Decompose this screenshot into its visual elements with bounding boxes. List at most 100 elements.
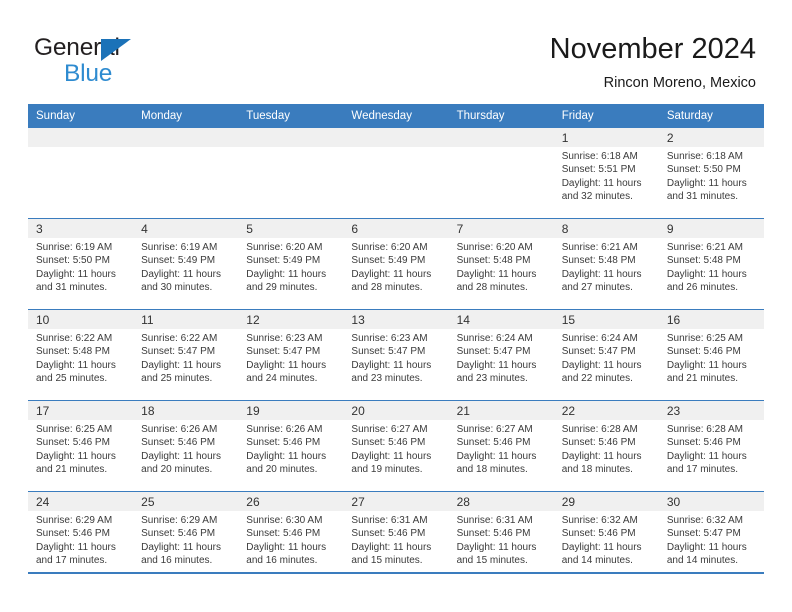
calendar-cell: 9 Sunrise: 6:21 AM Sunset: 5:48 PM Daylight…	[658, 218, 764, 310]
sunrise-text: Sunrise: 6:18 AM	[666, 151, 743, 162]
daylight-text-line1: Daylight: 11 hours	[456, 359, 537, 371]
calendar-day[interactable]: 25 Sunrise: 6:29 AM Sunset: 5:46 PM Dayligh…	[133, 492, 239, 582]
calendar-day[interactable]: 20 Sunrise: 6:27 AM Sunset: 5:46 PM Dayligh…	[343, 401, 449, 491]
daylight-text-line1: Daylight: 11 hours	[36, 450, 116, 462]
sunset-text: Sunset: 5:49 PM	[141, 255, 216, 267]
calendar-day-empty	[448, 128, 554, 218]
calendar-day[interactable]: 3 Sunrise: 6:19 AM Sunset: 5:50 PM Daylight…	[28, 219, 134, 309]
daylight-text-line2: and 21 minutes.	[666, 372, 739, 384]
daylight-text-line1: Daylight: 11 hours	[351, 359, 432, 371]
daylight-text-line1: Daylight: 11 hours	[36, 541, 116, 553]
sunset-text: Sunset: 5:47 PM	[141, 346, 216, 358]
weekday-header-friday: Friday	[553, 104, 659, 128]
calendar-day[interactable]: 23 Sunrise: 6:28 AM Sunset: 5:46 PM Dayligh…	[658, 401, 764, 491]
daylight-text-line1: Daylight: 11 hours	[456, 541, 537, 553]
calendar-day[interactable]: 11 Sunrise: 6:22 AM Sunset: 5:47 PM Dayligh…	[133, 310, 239, 400]
calendar-cell: 21 Sunrise: 6:27 AM Sunset: 5:46 PM Dayligh…	[448, 400, 554, 492]
calendar-day[interactable]: 5 Sunrise: 6:20 AM Sunset: 5:49 PM Daylight…	[238, 219, 344, 309]
calendar-cell: 29 Sunrise: 6:32 AM Sunset: 5:46 PM Dayligh…	[553, 491, 659, 582]
calendar-cell: 13 Sunrise: 6:23 AM Sunset: 5:47 PM Dayligh…	[343, 309, 449, 401]
calendar-day[interactable]: 6 Sunrise: 6:20 AM Sunset: 5:49 PM Daylight…	[343, 219, 449, 309]
daylight-text-line2: and 31 minutes.	[36, 281, 108, 293]
daylight-text-line2: and 25 minutes.	[141, 372, 213, 384]
sunrise-text: Sunrise: 6:22 AM	[36, 333, 113, 344]
calendar-day[interactable]: 13 Sunrise: 6:23 AM Sunset: 5:47 PM Dayligh…	[343, 310, 449, 400]
sunrise-text: Sunrise: 6:22 AM	[141, 333, 218, 344]
daylight-text-line1: Daylight: 11 hours	[666, 450, 747, 462]
brand-logo[interactable]: General Blue	[34, 34, 214, 90]
day-number: 20	[343, 401, 449, 420]
day-number	[238, 128, 344, 147]
calendar-cell: 12 Sunrise: 6:23 AM Sunset: 5:47 PM Dayligh…	[238, 309, 344, 401]
calendar-day[interactable]: 26 Sunrise: 6:30 AM Sunset: 5:46 PM Dayligh…	[238, 492, 344, 582]
daylight-text-line1: Daylight: 11 hours	[456, 450, 537, 462]
daylight-text-line2: and 24 minutes.	[246, 372, 318, 384]
sunrise-text: Sunrise: 6:31 AM	[351, 515, 428, 526]
day-number: 21	[448, 401, 554, 420]
calendar-day[interactable]: 9 Sunrise: 6:21 AM Sunset: 5:48 PM Daylight…	[658, 219, 764, 309]
calendar-cell: 16 Sunrise: 6:25 AM Sunset: 5:46 PM Dayligh…	[658, 309, 764, 401]
day-number: 30	[658, 492, 764, 511]
daylight-text-line2: and 23 minutes.	[351, 372, 423, 384]
calendar-day[interactable]: 21 Sunrise: 6:27 AM Sunset: 5:46 PM Dayligh…	[448, 401, 554, 491]
calendar-day[interactable]: 24 Sunrise: 6:29 AM Sunset: 5:46 PM Dayligh…	[28, 492, 134, 582]
sunrise-text: Sunrise: 6:19 AM	[36, 242, 113, 253]
daylight-text-line1: Daylight: 11 hours	[246, 541, 327, 553]
daylight-text-line1: Daylight: 11 hours	[36, 268, 116, 280]
sunrise-text: Sunrise: 6:19 AM	[141, 242, 218, 253]
day-info: Sunrise: 6:29 AM Sunset: 5:46 PM Daylight:…	[28, 511, 133, 567]
calendar-day[interactable]: 16 Sunrise: 6:25 AM Sunset: 5:46 PM Dayligh…	[658, 310, 764, 400]
calendar-page: General Blue November 2024 Rincon Moreno…	[0, 0, 792, 612]
calendar-cell	[343, 128, 449, 219]
calendar-cell: 28 Sunrise: 6:31 AM Sunset: 5:46 PM Dayligh…	[448, 491, 554, 582]
calendar-day[interactable]: 7 Sunrise: 6:20 AM Sunset: 5:48 PM Daylight…	[448, 219, 554, 309]
calendar-day[interactable]: 18 Sunrise: 6:26 AM Sunset: 5:46 PM Dayligh…	[133, 401, 239, 491]
day-info: Sunrise: 6:22 AM Sunset: 5:48 PM Daylight:…	[28, 329, 133, 385]
day-number: 17	[28, 401, 134, 420]
sunset-text: Sunset: 5:47 PM	[561, 346, 636, 358]
calendar-day[interactable]: 29 Sunrise: 6:32 AM Sunset: 5:46 PM Dayligh…	[553, 492, 659, 582]
day-info: Sunrise: 6:25 AM Sunset: 5:46 PM Daylight:…	[28, 420, 133, 476]
calendar-day[interactable]: 10 Sunrise: 6:22 AM Sunset: 5:48 PM Dayligh…	[28, 310, 134, 400]
calendar-cell: 15 Sunrise: 6:24 AM Sunset: 5:47 PM Dayligh…	[553, 309, 659, 401]
calendar-cell: 4 Sunrise: 6:19 AM Sunset: 5:49 PM Daylight…	[133, 218, 239, 310]
calendar-cell: 26 Sunrise: 6:30 AM Sunset: 5:46 PM Dayligh…	[238, 491, 344, 582]
daylight-text-line2: and 14 minutes.	[561, 554, 633, 566]
sunset-text: Sunset: 5:46 PM	[36, 528, 110, 540]
calendar-cell: 8 Sunrise: 6:21 AM Sunset: 5:48 PM Daylight…	[553, 218, 659, 310]
calendar-week-row: 3 Sunrise: 6:19 AM Sunset: 5:50 PM Daylight…	[28, 218, 764, 310]
sunrise-text: Sunrise: 6:24 AM	[561, 333, 638, 344]
sunset-text: Sunset: 5:48 PM	[666, 255, 741, 267]
calendar-week-row: 17 Sunrise: 6:25 AM Sunset: 5:46 PM Dayligh…	[28, 400, 764, 492]
day-number: 11	[133, 310, 239, 329]
day-number: 1	[553, 128, 659, 147]
day-number: 12	[238, 310, 344, 329]
sunrise-text: Sunrise: 6:32 AM	[666, 515, 743, 526]
daylight-text-line2: and 22 minutes.	[561, 372, 633, 384]
calendar-day[interactable]: 22 Sunrise: 6:28 AM Sunset: 5:46 PM Dayligh…	[553, 401, 659, 491]
daylight-text-line2: and 32 minutes.	[561, 190, 633, 202]
calendar-day[interactable]: 12 Sunrise: 6:23 AM Sunset: 5:47 PM Dayligh…	[238, 310, 344, 400]
calendar-day[interactable]: 27 Sunrise: 6:31 AM Sunset: 5:46 PM Dayligh…	[343, 492, 449, 582]
day-info: Sunrise: 6:32 AM Sunset: 5:47 PM Daylight:…	[659, 511, 764, 567]
calendar-day[interactable]: 4 Sunrise: 6:19 AM Sunset: 5:49 PM Daylight…	[133, 219, 239, 309]
calendar-day[interactable]: 14 Sunrise: 6:24 AM Sunset: 5:47 PM Dayligh…	[448, 310, 554, 400]
day-info: Sunrise: 6:23 AM Sunset: 5:47 PM Daylight:…	[238, 329, 343, 385]
day-info: Sunrise: 6:20 AM Sunset: 5:48 PM Daylight:…	[449, 238, 554, 294]
calendar-day[interactable]: 30 Sunrise: 6:32 AM Sunset: 5:47 PM Dayligh…	[658, 492, 764, 582]
title-block: November 2024 Rincon Moreno, Mexico	[550, 32, 756, 92]
day-info: Sunrise: 6:31 AM Sunset: 5:46 PM Daylight:…	[343, 511, 448, 567]
calendar-cell: 7 Sunrise: 6:20 AM Sunset: 5:48 PM Daylight…	[448, 218, 554, 310]
calendar-day[interactable]: 1 Sunrise: 6:18 AM Sunset: 5:51 PM Daylight…	[553, 128, 659, 218]
day-info: Sunrise: 6:18 AM Sunset: 5:51 PM Daylight:…	[554, 147, 659, 203]
calendar-day[interactable]: 15 Sunrise: 6:24 AM Sunset: 5:47 PM Dayligh…	[553, 310, 659, 400]
day-info: Sunrise: 6:30 AM Sunset: 5:46 PM Daylight:…	[238, 511, 343, 567]
daylight-text-line1: Daylight: 11 hours	[456, 268, 537, 280]
calendar-day[interactable]: 8 Sunrise: 6:21 AM Sunset: 5:48 PM Daylight…	[553, 219, 659, 309]
calendar-day[interactable]: 2 Sunrise: 6:18 AM Sunset: 5:50 PM Daylight…	[658, 128, 764, 218]
calendar-day[interactable]: 28 Sunrise: 6:31 AM Sunset: 5:46 PM Dayligh…	[448, 492, 554, 582]
calendar-day-empty	[28, 128, 134, 218]
calendar-day[interactable]: 17 Sunrise: 6:25 AM Sunset: 5:46 PM Dayligh…	[28, 401, 134, 491]
calendar-day[interactable]: 19 Sunrise: 6:26 AM Sunset: 5:46 PM Dayligh…	[238, 401, 344, 491]
daylight-text-line1: Daylight: 11 hours	[351, 268, 432, 280]
